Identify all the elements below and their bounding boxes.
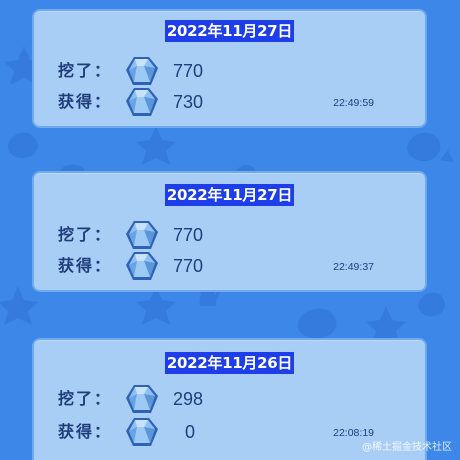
ore-gem-icon — [126, 88, 158, 116]
record-time: 22:49:59 — [333, 97, 374, 109]
dig-value: 770 — [173, 61, 204, 81]
dig-label: 挖了： — [58, 61, 113, 80]
record-card: 2022年11月27日 挖了： 770 获得： 770 22:49:37 — [32, 171, 427, 292]
ore-gem-icon — [126, 385, 158, 413]
dig-row: 挖了： 770 — [54, 56, 414, 86]
dig-value: 770 — [173, 225, 204, 245]
ore-gem-icon — [126, 252, 158, 280]
dig-row: 挖了： 298 — [54, 384, 414, 414]
record-date: 2022年11月27日 — [164, 20, 295, 42]
watermark: @稀土掘金技术社区 — [362, 442, 452, 453]
get-row: 获得： 730 22:49:59 — [54, 87, 414, 117]
get-label: 获得： — [58, 92, 113, 111]
record-time: 22:08:19 — [333, 427, 374, 439]
record-time: 22:49:37 — [333, 261, 374, 273]
dig-label: 挖了： — [58, 225, 113, 244]
dig-label: 挖了： — [58, 389, 113, 408]
record-card: 2022年11月27日 挖了： 770 获得： 730 22:49:59 — [32, 9, 427, 128]
get-value: 0 — [184, 422, 195, 442]
get-label: 获得： — [58, 422, 113, 441]
get-row: 获得： 0 22:08:19 — [54, 417, 414, 447]
record-date: 2022年11月27日 — [164, 184, 295, 206]
get-label: 获得： — [58, 256, 113, 275]
record-date: 2022年11月26日 — [164, 352, 295, 374]
get-row: 获得： 770 22:49:37 — [54, 251, 414, 281]
ore-gem-icon — [126, 418, 158, 446]
get-value: 730 — [173, 92, 204, 112]
get-value: 770 — [173, 256, 204, 276]
dig-value: 298 — [173, 389, 204, 409]
dig-row: 挖了： 770 — [54, 220, 414, 250]
ore-gem-icon — [126, 57, 158, 85]
ore-gem-icon — [126, 221, 158, 249]
